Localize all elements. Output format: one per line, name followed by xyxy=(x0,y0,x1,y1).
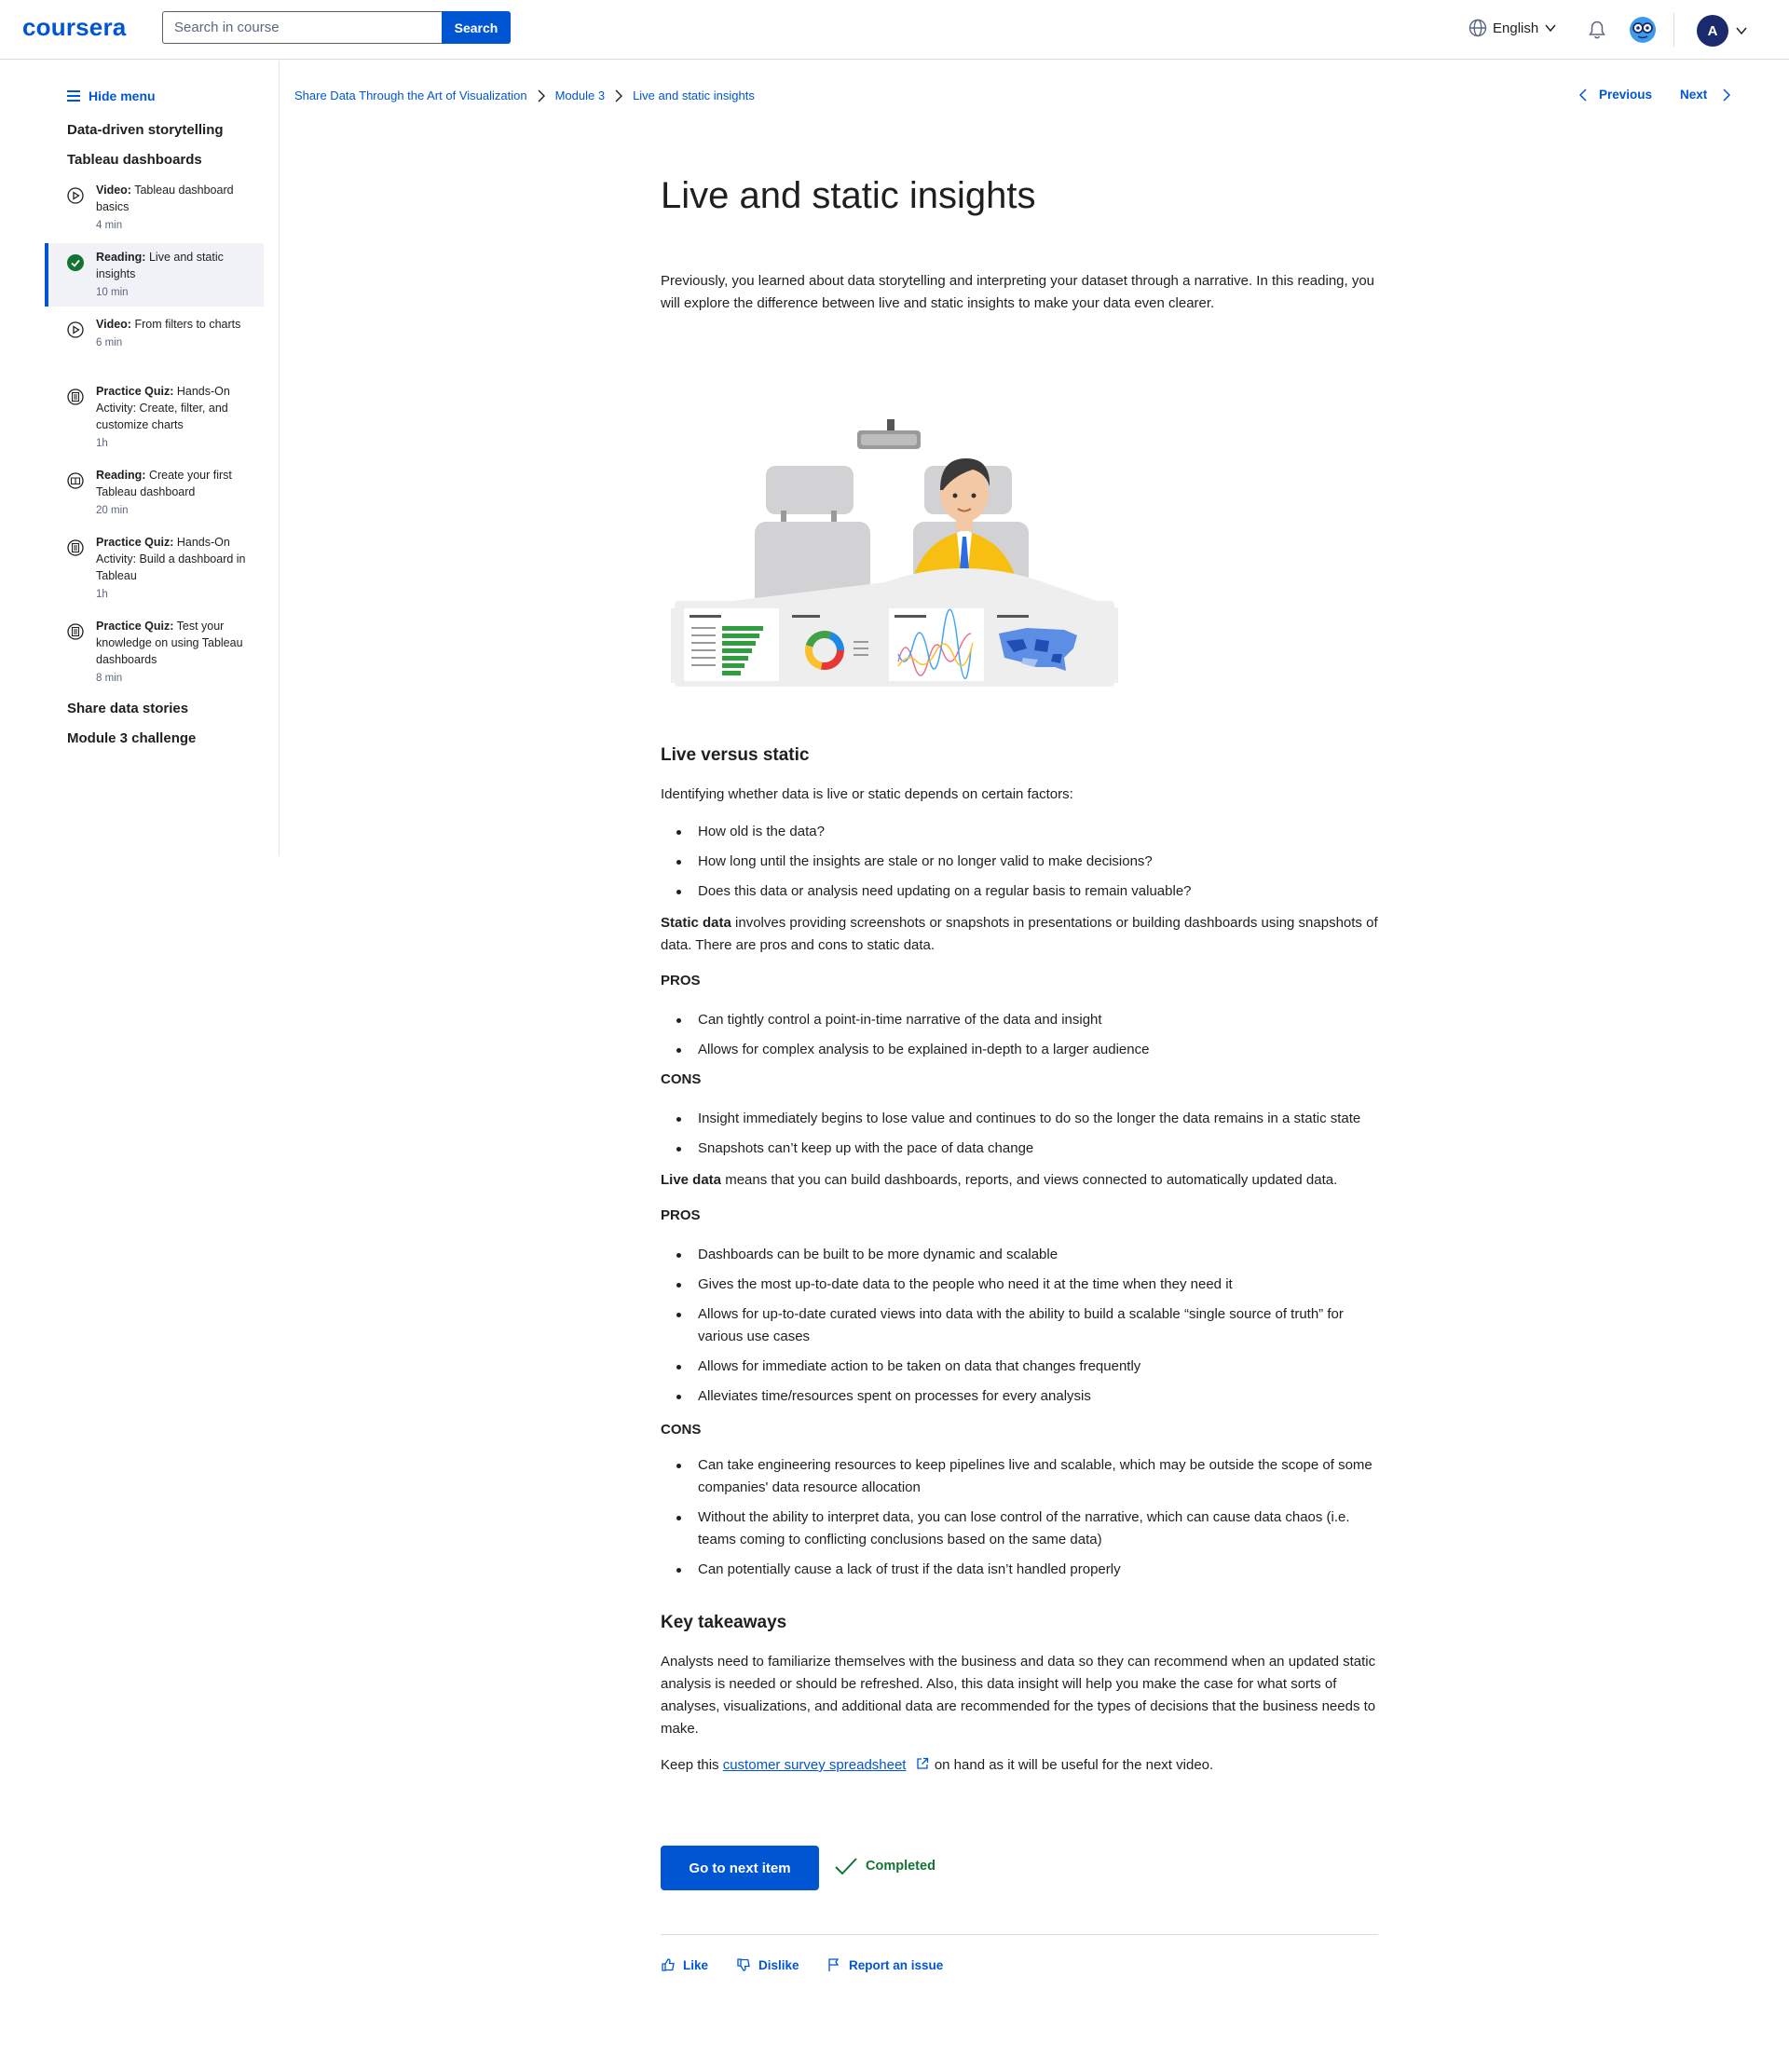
sidebar-section-data-driven-storytelling[interactable]: Data-driven storytelling xyxy=(67,122,224,138)
check-circle-icon xyxy=(67,254,84,271)
item-duration: 4 min xyxy=(96,220,123,231)
previous-button[interactable]: Previous xyxy=(1578,88,1652,102)
play-icon xyxy=(67,187,84,204)
chevron-down-icon[interactable] xyxy=(1735,24,1748,37)
item-duration: 6 min xyxy=(96,337,123,348)
play-icon xyxy=(67,321,84,338)
search-input[interactable] xyxy=(162,11,442,44)
intro-paragraph: Previously, you learned about data story… xyxy=(661,273,1375,311)
search-button[interactable]: Search xyxy=(442,11,511,44)
sidebar-item-video-filters-charts[interactable]: Video: From filters to charts 6 min xyxy=(45,316,264,368)
chevron-down-icon xyxy=(1545,24,1556,33)
customer-survey-link[interactable]: customer survey spreadsheet xyxy=(723,1757,907,1773)
static-pros-label: PROS xyxy=(661,973,701,988)
item-duration: 1h xyxy=(96,438,108,449)
completed-label: Completed xyxy=(866,1859,935,1874)
breadcrumb-current[interactable]: Live and static insights xyxy=(633,89,755,102)
live-data-paragraph: Live data means that you can build dashb… xyxy=(661,1172,1338,1188)
header-divider xyxy=(1673,13,1674,47)
thumbs-up-icon xyxy=(662,1958,675,1971)
driver-dashboard-illustration xyxy=(671,419,1118,687)
globe-icon xyxy=(1468,19,1487,37)
sidebar-item-text: Video: From filters to charts 6 min xyxy=(96,316,250,351)
menu-icon xyxy=(67,90,80,102)
sidebar-item-text: Video: Tableau dashboard basics 4 min xyxy=(96,182,250,234)
sidebar-item-reading-first-dashboard[interactable]: Reading: Create your first Tableau dashb… xyxy=(45,467,264,519)
static-data-paragraph: Static data involves providing screensho… xyxy=(661,915,1378,953)
sidebar-item-quiz-test-knowledge[interactable]: Practice Quiz: Test your knowledge on us… xyxy=(45,618,264,688)
sidebar-item-text: Practice Quiz: Hands-On Activity: Create… xyxy=(96,383,250,452)
book-icon xyxy=(67,472,84,489)
previous-label: Previous xyxy=(1599,88,1653,102)
checkmark-icon xyxy=(835,1858,857,1875)
item-duration: 10 min xyxy=(96,287,129,298)
next-label: Next xyxy=(1680,88,1708,102)
coursera-logo[interactable]: coursera xyxy=(22,13,126,42)
quiz-icon xyxy=(67,623,84,640)
chevron-right-icon xyxy=(615,89,623,102)
breadcrumb-module[interactable]: Module 3 xyxy=(555,89,605,102)
sidebar-item-text: Practice Quiz: Test your knowledge on us… xyxy=(96,618,250,687)
coach-mascot-icon[interactable] xyxy=(1629,16,1657,44)
chevron-left-icon xyxy=(1578,88,1587,102)
sidebar-item-quiz-build-dashboard[interactable]: Practice Quiz: Hands-On Activity: Build … xyxy=(45,534,264,605)
item-duration: 8 min xyxy=(96,673,123,684)
chevron-right-icon xyxy=(538,89,545,102)
quiz-icon xyxy=(67,388,84,405)
language-selector[interactable]: English xyxy=(1468,19,1557,37)
page-title: Live and static insights xyxy=(661,175,1036,216)
language-label: English xyxy=(1493,20,1539,36)
sidebar-item-text: Reading: Live and static insights 10 min xyxy=(96,249,250,301)
breadcrumb: Share Data Through the Art of Visualizat… xyxy=(294,89,755,102)
go-to-next-item-button[interactable]: Go to next item xyxy=(661,1846,819,1890)
live-cons-label: CONS xyxy=(661,1422,702,1438)
item-duration: 1h xyxy=(96,589,108,600)
report-issue-label: Report an issue xyxy=(849,1957,944,1972)
live-pros-label: PROS xyxy=(661,1207,701,1223)
user-avatar[interactable]: A xyxy=(1697,15,1728,47)
spreadsheet-paragraph: Keep this customer survey spreadsheet on… xyxy=(661,1757,1214,1773)
hide-menu-label: Hide menu xyxy=(89,89,156,103)
sidebar-item-reading-live-static[interactable]: Reading: Live and static insights 10 min xyxy=(45,243,264,307)
sidebar-section-share-data-stories[interactable]: Share data stories xyxy=(67,701,188,716)
takeaways-paragraph: Analysts need to familiarize themselves … xyxy=(661,1654,1376,1737)
static-cons-label: CONS xyxy=(661,1071,702,1087)
sidebar-item-text: Reading: Create your first Tableau dashb… xyxy=(96,467,250,519)
top-navigation-bar: coursera Search English A xyxy=(0,0,1789,60)
sidebar-section-tableau-dashboards[interactable]: Tableau dashboards xyxy=(67,152,202,168)
item-duration: 20 min xyxy=(96,505,129,516)
sidebar-section-module-3-challenge[interactable]: Module 3 challenge xyxy=(67,730,196,746)
next-button[interactable]: Next xyxy=(1680,88,1731,102)
content-divider xyxy=(661,1934,1378,1935)
factors-intro: Identifying whether data is live or stat… xyxy=(661,786,1073,802)
hide-menu-button[interactable]: Hide menu xyxy=(67,89,156,103)
sidebar-item-quiz-create-filter[interactable]: Practice Quiz: Hands-On Activity: Create… xyxy=(45,383,264,454)
external-link-icon xyxy=(917,1757,928,1769)
dislike-button[interactable]: Dislike xyxy=(736,1957,799,1972)
section-title-key-takeaways: Key takeaways xyxy=(661,1613,787,1632)
report-issue-button[interactable]: Report an issue xyxy=(826,1957,943,1972)
completed-status: Completed xyxy=(834,1856,935,1876)
sidebar-item-text: Practice Quiz: Hands-On Activity: Build … xyxy=(96,534,250,603)
like-button[interactable]: Like xyxy=(661,1957,708,1972)
dislike-label: Dislike xyxy=(758,1957,799,1972)
course-sidebar: Hide menu Data-driven storytelling Table… xyxy=(0,61,280,856)
flag-icon xyxy=(828,1958,840,1971)
breadcrumb-course[interactable]: Share Data Through the Art of Visualizat… xyxy=(294,89,527,102)
quiz-icon xyxy=(67,539,84,556)
notifications-bell-icon[interactable] xyxy=(1587,20,1607,40)
like-label: Like xyxy=(683,1957,709,1972)
chevron-right-icon xyxy=(1723,88,1731,102)
thumbs-down-icon xyxy=(737,1958,750,1971)
section-title-live-vs-static: Live versus static xyxy=(661,745,810,765)
sidebar-item-video-dashboard-basics[interactable]: Video: Tableau dashboard basics 4 min xyxy=(45,182,264,234)
